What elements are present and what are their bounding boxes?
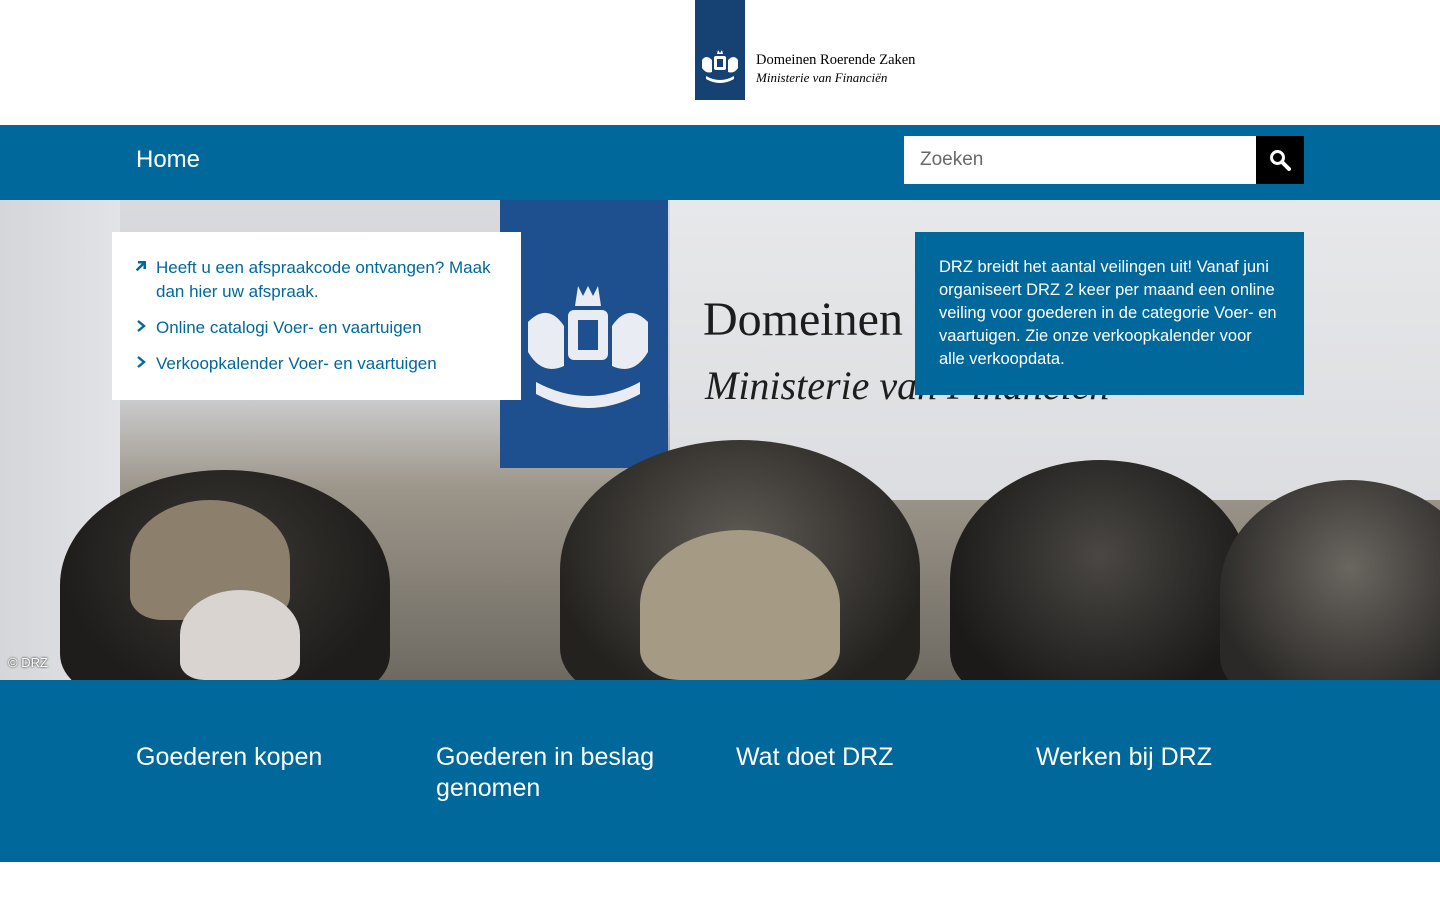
announcement-text: DRZ breidt het aantal veilingen uit! Van… (939, 258, 1277, 368)
organisation-name: Domeinen Roerende Zaken (756, 52, 916, 68)
quick-links-box: Heeft u een afspraakcode ontvangen? Maak… (112, 232, 521, 400)
tile-werken-bij-drz[interactable]: Werken bij DRZ (1036, 742, 1296, 773)
search-icon (1270, 150, 1291, 171)
tile-goederen-in-beslag[interactable]: Goederen in beslag genomen (436, 742, 696, 804)
quick-link-online-catalog[interactable]: Online catalogi Voer- en vaartuigen (156, 318, 422, 337)
scooter-shape (180, 590, 300, 680)
search-input[interactable] (904, 136, 1256, 184)
tile-goederen-kopen[interactable]: Goederen kopen (136, 742, 396, 773)
hero-coat-of-arms-icon (528, 286, 648, 408)
navigation-bar: Home (0, 125, 1440, 200)
nav-home-link[interactable]: Home (136, 146, 200, 174)
photo-credit: © DRZ (8, 655, 48, 670)
scooter-shape (1220, 480, 1440, 680)
search-form (904, 136, 1304, 184)
announcement-box: DRZ breidt het aantal veilingen uit! Van… (915, 232, 1304, 395)
hero-banner-title: Domeinen (703, 293, 903, 346)
coat-of-arms-icon (702, 50, 738, 83)
chevron-right-icon (137, 320, 146, 332)
ministry-name: Ministerie van Financiën (756, 70, 888, 85)
topic-tiles: Goederen kopen Goederen in beslag genome… (0, 680, 1440, 862)
scooter-shape (640, 530, 840, 680)
quick-link-sales-calendar[interactable]: Verkoopkalender Voer- en vaartuigen (156, 354, 437, 373)
hero-logo-banner (500, 200, 668, 468)
search-button[interactable] (1256, 136, 1304, 184)
list-item: Heeft u een afspraakcode ontvangen? Maak… (134, 256, 501, 304)
chevron-right-icon (137, 356, 146, 368)
logo-link[interactable] (695, 0, 745, 100)
quick-links-list: Heeft u een afspraakcode ontvangen? Maak… (134, 256, 501, 376)
quick-link-appointment[interactable]: Heeft u een afspraakcode ontvangen? Maak… (156, 258, 491, 301)
list-item: Online catalogi Voer- en vaartuigen (134, 316, 501, 340)
tile-wat-doet-drz[interactable]: Wat doet DRZ (736, 742, 996, 773)
list-item: Verkoopkalender Voer- en vaartuigen (134, 352, 501, 376)
external-arrow-icon (135, 261, 146, 272)
site-header: Domeinen Roerende Zaken Ministerie van F… (0, 0, 1440, 125)
logo-text: Domeinen Roerende Zaken Ministerie van F… (756, 52, 915, 86)
